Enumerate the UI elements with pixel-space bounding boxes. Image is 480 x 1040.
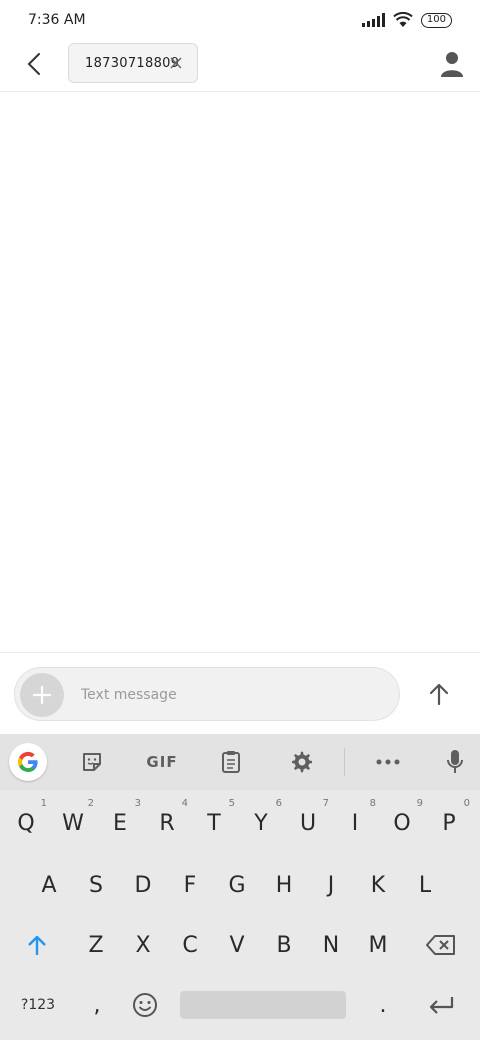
backspace-key[interactable] xyxy=(418,920,464,970)
status-time: 7:36 AM xyxy=(28,12,86,28)
clipboard-button[interactable] xyxy=(216,744,246,780)
voice-input-button[interactable] xyxy=(442,744,468,780)
key-b[interactable]: B xyxy=(261,920,307,970)
toolbar-divider xyxy=(344,748,345,776)
plus-icon xyxy=(32,685,52,705)
status-bar: 7:36 AM 100 xyxy=(0,0,480,42)
key-a[interactable]: A xyxy=(26,860,72,910)
back-button[interactable] xyxy=(18,48,50,80)
key-v[interactable]: V xyxy=(214,920,260,970)
key-u[interactable]: U7 xyxy=(285,798,331,848)
symbols-key[interactable]: ?123 xyxy=(10,980,66,1030)
key-n[interactable]: N xyxy=(308,920,354,970)
key-e[interactable]: E3 xyxy=(97,798,143,848)
microphone-icon xyxy=(447,750,463,773)
emoji-icon xyxy=(133,993,157,1017)
key-i[interactable]: I8 xyxy=(332,798,378,848)
keyboard: GIF Q 1 W 2 E 3 R 4 T 5 Y 6 U 7 I 8 O 9 … xyxy=(0,734,480,1040)
key-x[interactable]: X xyxy=(120,920,166,970)
keyboard-toolbar: GIF xyxy=(0,734,480,790)
arrow-up-icon xyxy=(429,683,449,706)
status-icons: 100 xyxy=(361,12,452,28)
gif-label: GIF xyxy=(146,753,178,771)
key-z[interactable]: Z xyxy=(73,920,119,970)
key-s[interactable]: S xyxy=(73,860,119,910)
google-button[interactable] xyxy=(9,743,47,781)
gear-icon xyxy=(292,751,312,773)
settings-button[interactable] xyxy=(286,744,318,780)
key-p[interactable]: P0 xyxy=(426,798,472,848)
more-horizontal-icon xyxy=(376,759,400,765)
shift-arrow-icon xyxy=(28,935,46,955)
send-button[interactable] xyxy=(422,677,456,711)
key-w[interactable]: W2 xyxy=(50,798,96,848)
key-y[interactable]: Y6 xyxy=(238,798,284,848)
gif-button[interactable]: GIF xyxy=(140,744,184,780)
key-d[interactable]: D xyxy=(120,860,166,910)
emoji-key[interactable] xyxy=(122,980,168,1030)
key-h[interactable]: H xyxy=(261,860,307,910)
key-l[interactable]: L xyxy=(402,860,448,910)
person-icon xyxy=(441,52,463,77)
key-m[interactable]: M xyxy=(355,920,401,970)
key-t[interactable]: T5 xyxy=(191,798,237,848)
recipient-chip[interactable]: 18730718809 xyxy=(68,43,198,83)
conversation-header: 18730718809 xyxy=(0,42,480,92)
message-input[interactable] xyxy=(81,682,381,708)
shift-key[interactable] xyxy=(14,920,60,970)
recipient-number: 18730718809 xyxy=(85,55,180,71)
sticker-icon xyxy=(83,753,101,771)
space-bar[interactable] xyxy=(180,991,346,1019)
key-r[interactable]: R4 xyxy=(144,798,190,848)
key-c[interactable]: C xyxy=(167,920,213,970)
chevron-left-icon xyxy=(27,53,40,75)
key-o[interactable]: O9 xyxy=(379,798,425,848)
close-icon[interactable] xyxy=(169,56,183,70)
sticker-button[interactable] xyxy=(76,744,108,780)
enter-key[interactable] xyxy=(418,980,464,1030)
more-button[interactable] xyxy=(372,744,404,780)
contact-button[interactable] xyxy=(438,50,466,78)
message-list xyxy=(0,92,480,652)
attach-button[interactable] xyxy=(20,673,64,717)
key-k[interactable]: K xyxy=(355,860,401,910)
compose-field xyxy=(14,667,400,721)
period-key[interactable]: . xyxy=(360,980,406,1030)
comma-key[interactable]: , xyxy=(74,980,120,1030)
compose-bar xyxy=(0,652,480,734)
key-f[interactable]: F xyxy=(167,860,213,910)
battery-icon: 100 xyxy=(420,12,452,28)
signal-icon xyxy=(361,13,385,27)
key-q[interactable]: Q1 xyxy=(3,798,49,848)
backspace-icon xyxy=(426,935,455,955)
wifi-icon xyxy=(393,12,413,27)
key-j[interactable]: J xyxy=(308,860,354,910)
enter-icon xyxy=(429,997,454,1014)
key-g[interactable]: G xyxy=(214,860,260,910)
google-icon xyxy=(17,751,38,772)
clipboard-icon xyxy=(222,751,240,773)
